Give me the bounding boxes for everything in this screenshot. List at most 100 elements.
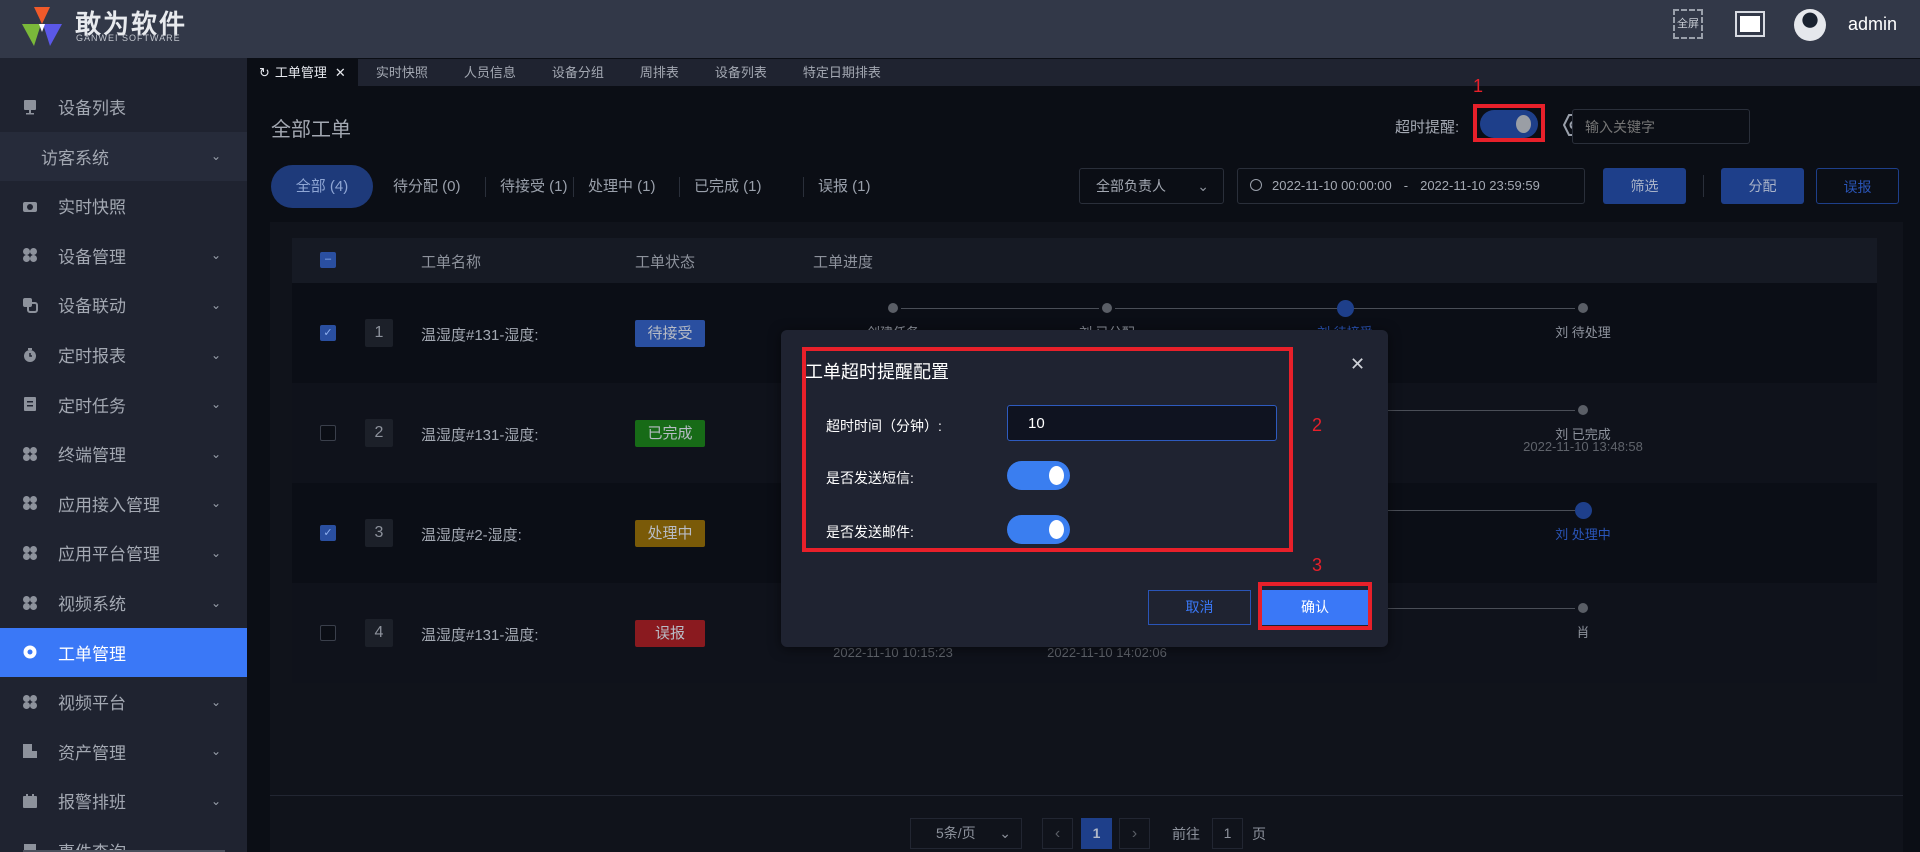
next-page-button[interactable]: › <box>1119 818 1150 849</box>
tab-label: 特定日期排表 <box>802 65 881 80</box>
status-filter-5[interactable]: 误报 (1) <box>818 165 871 208</box>
clover-icon <box>23 446 37 461</box>
sidebar-item-label: 实时快照 <box>58 198 126 218</box>
row-checkbox[interactable] <box>320 425 336 441</box>
sidebar-item-2[interactable]: 实时快照 <box>0 181 247 230</box>
chevron-down-icon: ⌄ <box>210 297 221 312</box>
row-name[interactable]: 温湿度#131-湿度: <box>421 324 539 345</box>
status-filter-1[interactable]: 待分配 (0) <box>393 165 461 208</box>
sidebar-item-1[interactable]: 访客系统 ⌄ <box>0 131 247 181</box>
progress-step-time: 2022-11-10 14:02:06 <box>1047 645 1167 660</box>
avatar[interactable] <box>1794 9 1826 41</box>
cancel-button[interactable]: 取消 <box>1148 590 1251 625</box>
fullscreen-button[interactable]: 全屏 <box>1673 9 1703 39</box>
annotation-box-1 <box>1473 104 1545 142</box>
clover-icon <box>23 694 37 709</box>
progress-step-dot <box>1336 299 1354 317</box>
tab-5[interactable]: 设备列表 <box>697 59 785 86</box>
tab-3[interactable]: 设备分组 <box>534 59 622 86</box>
sidebar-item-12[interactable]: 视频平台 ⌄ <box>0 677 247 726</box>
tab-6[interactable]: 特定日期排表 <box>785 59 899 86</box>
progress-step-dot <box>1102 303 1112 313</box>
assign-button[interactable]: 分配 <box>1721 168 1804 204</box>
sidebar-item-label: 视频平台 <box>58 694 126 714</box>
sidebar-item-label: 设备管理 <box>58 247 126 267</box>
tab-1[interactable]: 实时快照 <box>358 59 446 86</box>
false-alarm-button[interactable]: 误报 <box>1816 168 1899 204</box>
chevron-down-icon: ⌄ <box>210 545 221 560</box>
row-checkbox[interactable]: ✓ <box>320 325 336 341</box>
pagination-divider <box>270 795 1903 796</box>
select-all-checkbox[interactable]: – <box>320 252 336 268</box>
page-unit-label: 页 <box>1252 826 1266 842</box>
tab-bar: ↻ 工单管理 ✕ 实时快照 人员信息 设备分组 周排表 设备列表 特定日期排表 <box>247 59 1920 86</box>
sidebar-item-label: 应用接入管理 <box>58 495 160 515</box>
tab-label: 实时快照 <box>375 65 428 80</box>
refresh-icon[interactable]: ↻ <box>259 65 270 80</box>
tab-2[interactable]: 人员信息 <box>446 59 534 86</box>
username[interactable]: admin <box>1848 14 1897 35</box>
row-checkbox[interactable]: ✓ <box>320 525 336 541</box>
page-size-select[interactable]: 5条/页 ⌄ <box>910 818 1022 849</box>
progress-step-dot <box>1578 603 1588 613</box>
status-filter-0[interactable]: 全部 (4) <box>271 165 373 208</box>
close-icon[interactable]: ✕ <box>1350 354 1365 375</box>
row-index: 2 <box>365 419 393 447</box>
progress-line <box>1115 308 1337 309</box>
status-filter-3[interactable]: 处理中 (1) <box>588 165 656 208</box>
filter-divider <box>679 177 680 197</box>
header-progress: 工单进度 <box>813 254 874 271</box>
sidebar-item-label: 终端管理 <box>58 446 126 466</box>
clock-icon <box>1250 179 1262 191</box>
chevron-down-icon: ⌄ <box>999 825 1011 841</box>
close-tab-icon[interactable]: ✕ <box>335 65 346 80</box>
annotation-box-2 <box>802 347 1293 552</box>
row-name[interactable]: 温湿度#131-湿度: <box>421 424 539 445</box>
clover-icon <box>23 496 37 511</box>
annotation-box-3 <box>1258 582 1372 630</box>
row-name[interactable]: 温湿度#131-温度: <box>421 624 539 645</box>
annotation-2: 2 <box>1312 415 1323 435</box>
sidebar-item-4[interactable]: 设备联动 ⌄ <box>0 280 247 329</box>
sidebar-item-13[interactable]: 资产管理 ⌄ <box>0 727 247 776</box>
row-name[interactable]: 温湿度#2-湿度: <box>421 524 522 545</box>
sidebar-item-15[interactable]: 事件查询⌄ <box>0 826 247 852</box>
sidebar-item-14[interactable]: 报警排班 ⌄ <box>0 776 247 825</box>
sidebar-item-9[interactable]: 应用平台管理 ⌄ <box>0 528 247 577</box>
goto-page-input[interactable]: 1 <box>1212 818 1243 849</box>
gear-icon <box>23 645 37 659</box>
progress-step-time: 2022-11-10 13:48:58 <box>1523 439 1643 454</box>
row-index: 1 <box>365 319 393 347</box>
tab-0[interactable]: ↻ 工单管理 ✕ <box>247 59 358 86</box>
page-size-value: 5条/页 <box>936 825 976 841</box>
sidebar-item-6[interactable]: 定时任务 ⌄ <box>0 380 247 429</box>
progress-line <box>901 308 1099 309</box>
tab-4[interactable]: 周排表 <box>622 59 697 86</box>
sidebar-item-7[interactable]: 终端管理 ⌄ <box>0 429 247 478</box>
filter-button[interactable]: 筛选 <box>1603 168 1686 204</box>
sidebar-item-10[interactable]: 视频系统 ⌄ <box>0 578 247 627</box>
sidebar-item-11[interactable]: 工单管理 <box>0 627 247 677</box>
sidebar-item-0[interactable]: 设备列表 <box>0 82 247 131</box>
status-filter-2[interactable]: 待接受 (1) <box>500 165 568 208</box>
chevron-down-icon: ⌄ <box>210 694 221 709</box>
chevron-down-icon: ⌄ <box>210 248 221 263</box>
screen-mode-button[interactable] <box>1735 11 1765 37</box>
row-index: 3 <box>365 519 393 547</box>
status-badge: 处理中 <box>635 520 705 547</box>
sidebar-item-5[interactable]: 定时报表 ⌄ <box>0 330 247 379</box>
row-checkbox[interactable] <box>320 625 336 641</box>
status-filter-4[interactable]: 已完成 (1) <box>694 165 762 208</box>
chevron-down-icon: ⌄ <box>210 595 221 610</box>
date-range-picker[interactable]: 2022-11-10 00:00:00-2022-11-10 23:59:59 <box>1237 168 1585 204</box>
sidebar-item-8[interactable]: 应用接入管理 ⌄ <box>0 479 247 528</box>
top-header: 敢为软件 GANWEI SOFTWARE 全屏 admin <box>0 0 1920 58</box>
sidebar-item-3[interactable]: 设备管理 ⌄ <box>0 231 247 280</box>
annotation-3: 3 <box>1312 555 1323 575</box>
prev-page-button[interactable]: ‹ <box>1042 818 1073 849</box>
header-status: 工单状态 <box>635 254 696 271</box>
page-1-button[interactable]: 1 <box>1081 818 1112 849</box>
tab-label: 工单管理 <box>274 65 327 80</box>
keyword-search-input[interactable] <box>1572 109 1750 144</box>
assignee-select[interactable]: 全部负责人 ⌄ <box>1079 168 1224 204</box>
